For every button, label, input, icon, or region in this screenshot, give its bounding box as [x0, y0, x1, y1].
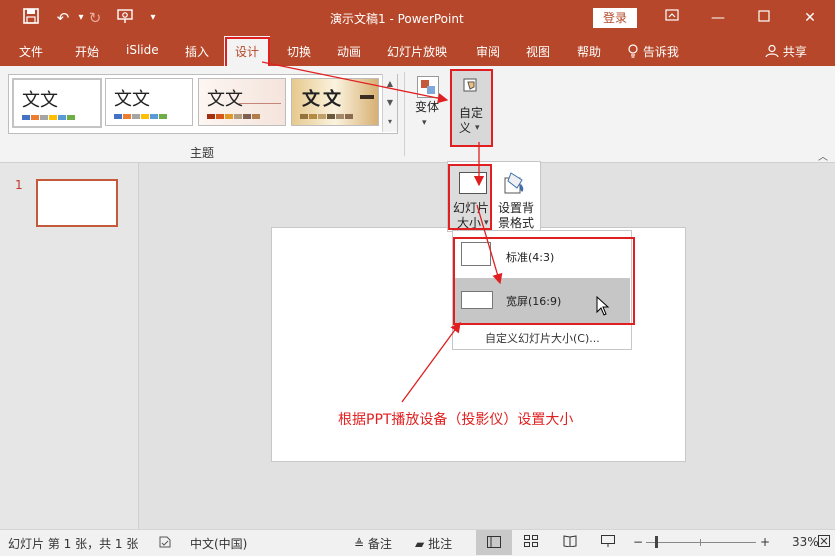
notes-label: 备注 [367, 537, 392, 551]
theme-sample-text: 文文 [114, 89, 150, 110]
comments-label: 批注 [428, 537, 453, 551]
format-background-icon [502, 170, 528, 196]
share-label: 共享 [782, 45, 807, 59]
theme-office-2[interactable]: 文文 [105, 78, 193, 126]
reading-view-icon[interactable] [563, 535, 577, 550]
ribbon: 文文 文文 文文 文文 ▲ ▼ ▾ 主题 变体 ▾ 自定 义 ▾ ︿ [0, 66, 835, 163]
title-bar: ↶ ▾ ↻ ▾ 演示文稿1 - PowerPoint 登录 — ✕ [0, 0, 835, 36]
slide-thumbnail[interactable] [36, 179, 118, 227]
slideshow-view-icon[interactable] [601, 535, 615, 550]
theme-sample-text: 文文 [302, 89, 344, 110]
window-title: 演示文稿1 - PowerPoint [330, 12, 464, 26]
theme-sample-text: 文文 [22, 90, 58, 111]
tell-me-search[interactable]: 告诉我 [627, 43, 679, 61]
theme-brush-stroke [360, 95, 374, 99]
theme-group-label: 主题 [189, 146, 214, 160]
slide-count-status: 幻灯片 第 1 张，共 1 张 [8, 537, 139, 551]
format-bg-label-1: 设置背 [497, 201, 534, 215]
format-bg-label-2: 景格式 [497, 216, 534, 230]
tab-transitions[interactable]: 切换 [287, 43, 311, 61]
comment-icon: ▰ [415, 537, 425, 551]
comments-button[interactable]: ▰ 批注 [415, 535, 452, 552]
save-icon[interactable] [20, 8, 42, 28]
variants-icon [417, 76, 439, 98]
theme-ink[interactable]: 文文 [291, 78, 379, 126]
proofing-icon[interactable] [158, 535, 172, 552]
theme-sample-text: 文文 [207, 89, 243, 110]
login-button[interactable]: 登录 [593, 8, 637, 28]
theme-facet[interactable]: 文文 [198, 78, 286, 126]
thumbnail-pane: 1 [0, 163, 139, 529]
tab-home[interactable]: 开始 [75, 43, 99, 61]
zoom-level[interactable]: 33% [792, 535, 819, 549]
tab-view[interactable]: 视图 [526, 43, 550, 61]
tab-help[interactable]: 帮助 [577, 43, 601, 61]
slide-size-highlight [448, 164, 492, 230]
fit-to-window-icon[interactable] [818, 535, 830, 550]
notes-icon: ≜ [354, 537, 365, 551]
zoom-in-icon[interactable]: + [760, 535, 770, 549]
tab-islide[interactable]: iSlide [126, 43, 159, 61]
format-background-button[interactable]: 设置背 景格式 [494, 164, 538, 230]
collapse-ribbon-icon[interactable]: ︿ [818, 148, 828, 163]
customize-qat-icon[interactable]: ▾ [142, 8, 164, 28]
theme-accent-line [239, 103, 281, 104]
zoom-out-icon[interactable]: − [633, 535, 643, 549]
maximize-icon[interactable] [752, 8, 776, 28]
variants-label: 变体 [414, 100, 439, 114]
theme-gallery-scroller[interactable]: ▲ ▼ ▾ [382, 74, 397, 132]
custom-size-option[interactable]: 自定义幻灯片大小(C)... [485, 330, 600, 346]
tab-file[interactable]: 文件 [19, 43, 43, 61]
variants-button[interactable]: 变体 ▾ [410, 74, 444, 136]
share-button[interactable]: 共享 [765, 43, 807, 61]
present-from-start-icon[interactable] [114, 8, 136, 28]
tab-animations[interactable]: 动画 [337, 43, 361, 61]
close-icon[interactable]: ✕ [798, 8, 822, 28]
redo-icon[interactable]: ↻ [84, 8, 106, 28]
minimize-icon[interactable]: — [706, 8, 730, 28]
lightbulb-icon [627, 44, 643, 59]
size-options-highlight [453, 237, 635, 325]
tell-me-label: 告诉我 [642, 45, 679, 59]
ribbon-tab-bar: 文件 开始 iSlide 插入 设计 切换 动画 幻灯片放映 审阅 视图 帮助 … [0, 36, 835, 68]
slide-sorter-icon[interactable] [524, 535, 538, 550]
theme-color-swatches [114, 114, 168, 119]
zoom-slider[interactable] [646, 542, 756, 543]
tab-insert[interactable]: 插入 [185, 43, 209, 61]
group-divider [404, 72, 405, 156]
variants-dropdown-icon: ▾ [422, 118, 427, 128]
theme-color-swatches [22, 115, 76, 120]
theme-office[interactable]: 文文 [12, 78, 102, 128]
tab-slideshow[interactable]: 幻灯片放映 [387, 43, 447, 61]
customize-highlight [450, 69, 493, 147]
status-bar: 幻灯片 第 1 张，共 1 张 中文(中国) ≜ 备注 ▰ 批注 − + 33% [0, 529, 835, 556]
annotation-text: 根据PPT播放设备（投影仪）设置大小 [338, 412, 574, 428]
design-tab-highlight [225, 37, 270, 68]
notes-button[interactable]: ≜ 备注 [354, 535, 392, 552]
zoom-slider-thumb[interactable] [655, 536, 658, 548]
normal-view-button[interactable] [476, 530, 512, 555]
theme-color-swatches [300, 114, 354, 119]
language-status[interactable]: 中文(中国) [190, 535, 247, 552]
zoom-slider-midpoint [700, 539, 701, 546]
slide-number: 1 [15, 178, 23, 192]
normal-view-icon [487, 536, 501, 548]
user-icon [765, 44, 783, 59]
tab-review[interactable]: 审阅 [476, 43, 500, 61]
ribbon-display-options-icon[interactable] [660, 8, 684, 28]
theme-color-swatches [207, 114, 261, 119]
